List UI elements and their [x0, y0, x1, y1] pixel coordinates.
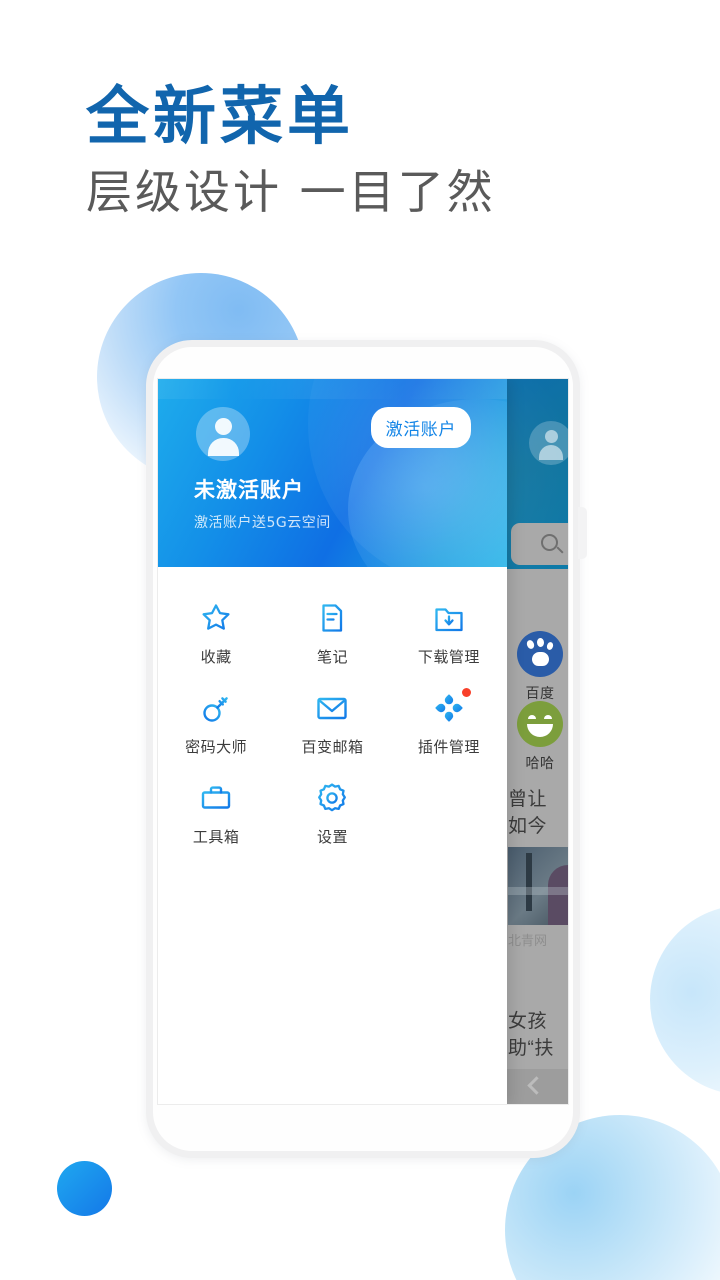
smiley-face-icon	[517, 701, 563, 747]
promo-text-block: 全新菜单 层级设计 一目了然	[86, 80, 646, 219]
phone-mockup: 百度 哈哈 曾让 如今 北青网 女孩 助“扶 激活账户 未激活账户 激活账户送5…	[146, 340, 587, 1158]
news-title-line: 如今	[508, 815, 548, 837]
shortcut-label: 哈哈	[525, 755, 555, 771]
account-name: 未激活账户	[194, 478, 304, 502]
home-shortcut-baidu[interactable]: 百度	[508, 631, 568, 703]
news-title-line: 曾让	[508, 789, 548, 810]
menu-item-label: 密码大师	[185, 738, 248, 756]
promo-title: 全新菜单	[86, 80, 354, 153]
news-source: 北青网	[508, 932, 548, 948]
menu-item-label: 插件管理	[417, 738, 480, 756]
menu-grid: 收藏 笔记 下载管理 密码大师 百变邮箱 插件管理 工具箱 设置	[158, 567, 507, 857]
promo-subtitle: 层级设计 一目了然	[86, 164, 496, 219]
account-subtitle: 激活账户送5G云空间	[194, 515, 331, 531]
phone-screen: 百度 哈哈 曾让 如今 北青网 女孩 助“扶 激活账户 未激活账户 激活账户送5…	[157, 378, 569, 1105]
menu-item-favorites[interactable]: 收藏	[158, 587, 274, 677]
menu-item-label: 笔记	[316, 648, 348, 666]
menu-item-label: 下载管理	[417, 648, 480, 666]
notification-badge-dot	[461, 688, 471, 697]
download-folder-icon	[432, 601, 466, 635]
key-icon	[199, 691, 233, 725]
drawer-account-header: 激活账户 未激活账户 激活账户送5G云空间	[158, 379, 507, 567]
menu-item-settings[interactable]: 设置	[274, 767, 390, 857]
avatar-head-shape	[544, 430, 558, 443]
home-avatar[interactable]	[529, 421, 568, 465]
phone-side-button[interactable]	[578, 507, 587, 559]
avatar[interactable]	[196, 407, 250, 461]
decorative-circle-right-edge	[650, 905, 720, 1095]
decorative-circle-bottom-left	[57, 1161, 112, 1216]
gear-icon	[315, 781, 349, 815]
baidu-paw-icon	[517, 631, 563, 677]
header-stripe-decoration	[158, 379, 507, 399]
search-icon	[541, 534, 558, 551]
menu-item-mailbox[interactable]: 百变邮箱	[274, 677, 390, 767]
menu-item-downloads[interactable]: 下载管理	[391, 587, 507, 677]
news-item[interactable]: 女孩 助“扶	[508, 1009, 568, 1063]
avatar-head-shape	[214, 418, 232, 435]
menu-item-label: 百变邮箱	[301, 738, 364, 756]
menu-item-toolbox[interactable]: 工具箱	[158, 767, 274, 857]
toolbox-icon	[199, 781, 233, 815]
menu-item-label: 设置	[316, 828, 348, 846]
envelope-icon	[315, 691, 349, 725]
menu-item-notes[interactable]: 笔记	[274, 587, 390, 677]
activate-account-button[interactable]: 激活账户	[370, 407, 471, 448]
shortcut-label: 百度	[525, 685, 555, 701]
screenshot-stage: 全新菜单 层级设计 一目了然 百度 哈哈 曾让 如今 北青网 女孩 助“扶 激活…	[0, 0, 720, 1280]
home-search-input[interactable]	[511, 523, 568, 565]
menu-item-password-master[interactable]: 密码大师	[158, 677, 274, 767]
menu-drawer: 激活账户 未激活账户 激活账户送5G云空间 收藏 笔记 下载管理 密码大师 百变…	[158, 379, 507, 1104]
news-thumbnail	[508, 846, 568, 925]
news-title-line: 助“扶	[508, 1037, 554, 1059]
avatar-body-shape	[207, 438, 239, 456]
menu-item-label: 工具箱	[192, 828, 240, 846]
news-item[interactable]: 曾让 如今 北青网	[508, 787, 568, 949]
menu-item-plugins[interactable]: 插件管理	[391, 677, 507, 767]
avatar-body-shape	[539, 445, 563, 460]
plugin-icon	[432, 688, 471, 725]
note-icon	[315, 601, 349, 635]
news-title-line: 女孩	[508, 1011, 548, 1032]
menu-item-label: 收藏	[200, 648, 232, 666]
star-icon	[199, 601, 233, 635]
home-shortcut-haha[interactable]: 哈哈	[508, 701, 568, 773]
chevron-left-icon[interactable]	[527, 1076, 546, 1095]
